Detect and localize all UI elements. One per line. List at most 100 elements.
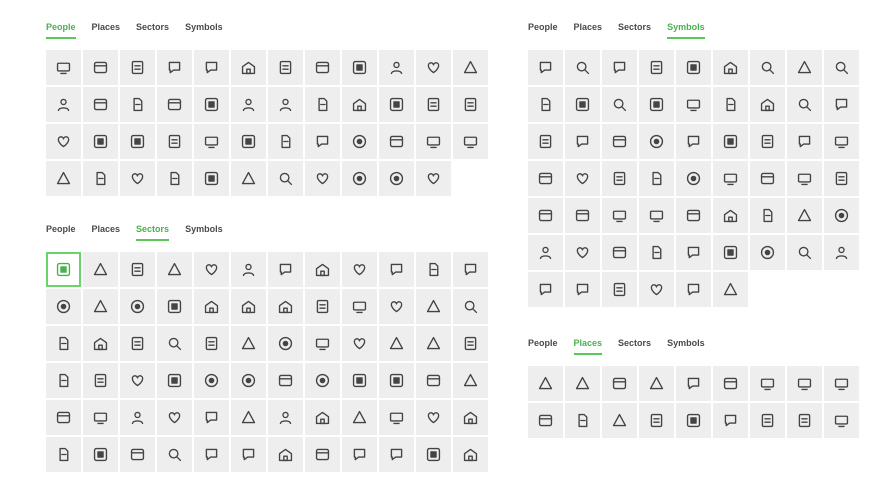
icon-tile-receipt[interactable] xyxy=(83,289,118,324)
icon-tile-microphone[interactable] xyxy=(120,326,155,361)
icon-tile-news[interactable] xyxy=(416,50,451,85)
icon-tile-ring[interactable] xyxy=(565,198,600,233)
icon-tile-hand-coin[interactable] xyxy=(157,161,192,196)
icon-tile-network[interactable] xyxy=(305,289,340,324)
icon-tile-music[interactable] xyxy=(83,437,118,472)
icon-tile-handshake[interactable] xyxy=(305,87,340,122)
icon-tile-joystick[interactable] xyxy=(453,363,488,398)
icon-tile-rocket[interactable] xyxy=(305,50,340,85)
icon-tile-person-id[interactable] xyxy=(46,87,81,122)
icon-tile-grid[interactable] xyxy=(750,403,785,438)
tab-people[interactable]: People xyxy=(528,22,558,39)
icon-tile-triangle-down[interactable] xyxy=(824,235,859,270)
icon-tile-moon[interactable] xyxy=(824,50,859,85)
icon-tile-chart-bar[interactable] xyxy=(750,366,785,401)
icon-tile-chat-user[interactable] xyxy=(416,124,451,159)
icon-tile-clock[interactable] xyxy=(528,124,563,159)
icon-tile-lock[interactable] xyxy=(416,252,451,287)
icon-tile-clipboard-user[interactable] xyxy=(231,50,266,85)
icon-tile-house-user[interactable] xyxy=(602,366,637,401)
icon-tile-link[interactable] xyxy=(676,124,711,159)
icon-tile-heart-hand[interactable] xyxy=(194,50,229,85)
icon-tile-person-up[interactable] xyxy=(268,87,303,122)
icon-tile-sun-doc[interactable] xyxy=(157,400,192,435)
icon-tile-pill[interactable] xyxy=(342,161,377,196)
icon-tile-monitor[interactable] xyxy=(268,289,303,324)
icon-tile-bulb[interactable] xyxy=(676,161,711,196)
icon-tile-map-pin[interactable] xyxy=(602,403,637,438)
icon-tile-chat-box[interactable] xyxy=(824,161,859,196)
icon-tile-glasses[interactable] xyxy=(83,326,118,361)
icon-tile-home[interactable] xyxy=(713,87,748,122)
icon-tile-image-edit[interactable] xyxy=(194,124,229,159)
icon-tile-smartphone[interactable] xyxy=(157,289,192,324)
icon-tile-bandage[interactable] xyxy=(194,326,229,361)
icon-tile-hand-heart[interactable] xyxy=(46,161,81,196)
icon-tile-person-gear[interactable] xyxy=(268,124,303,159)
icon-tile-doc[interactable] xyxy=(528,366,563,401)
icon-tile-beaker[interactable] xyxy=(305,252,340,287)
icon-tile-folder-open[interactable] xyxy=(750,50,785,85)
tab-sectors[interactable]: Sectors xyxy=(618,22,651,39)
icon-tile-calendar[interactable] xyxy=(528,272,563,307)
icon-tile-clipboard[interactable] xyxy=(750,124,785,159)
icon-tile-folder[interactable] xyxy=(713,50,748,85)
icon-tile-tram[interactable] xyxy=(194,400,229,435)
tab-sectors[interactable]: Sectors xyxy=(618,338,651,355)
icon-tile-calendar[interactable] xyxy=(157,50,192,85)
icon-tile-chart-up[interactable] xyxy=(342,437,377,472)
icon-tile-bank[interactable] xyxy=(639,366,674,401)
icon-tile-smile[interactable] xyxy=(787,50,822,85)
icon-tile-bag[interactable] xyxy=(416,326,451,361)
icon-tile-face-neutral[interactable] xyxy=(305,161,340,196)
icon-tile-gear[interactable] xyxy=(416,161,451,196)
icon-tile-video-user[interactable] xyxy=(342,124,377,159)
icon-tile-pen[interactable] xyxy=(639,87,674,122)
icon-tile-sun[interactable] xyxy=(602,124,637,159)
icon-tile-cup[interactable] xyxy=(676,272,711,307)
icon-tile-train[interactable] xyxy=(83,400,118,435)
icon-tile-monitor[interactable] xyxy=(268,437,303,472)
icon-tile-contact-card[interactable] xyxy=(379,87,414,122)
icon-tile-globe[interactable] xyxy=(676,403,711,438)
tab-symbols[interactable]: Symbols xyxy=(667,338,705,355)
icon-tile-gem[interactable] xyxy=(565,235,600,270)
icon-tile-face[interactable] xyxy=(268,161,303,196)
icon-tile-gamepad[interactable] xyxy=(379,363,414,398)
icon-tile-badge[interactable] xyxy=(416,400,451,435)
icon-tile-trophy[interactable] xyxy=(305,437,340,472)
icon-tile-home[interactable] xyxy=(639,161,674,196)
icon-tile-group[interactable] xyxy=(83,161,118,196)
icon-tile-guitar[interactable] xyxy=(379,437,414,472)
icon-tile-factory[interactable] xyxy=(676,366,711,401)
icon-tile-clipboard-check[interactable] xyxy=(231,363,266,398)
icon-tile-search-person[interactable] xyxy=(120,252,155,287)
icon-tile-calendar[interactable] xyxy=(379,252,414,287)
icon-tile-newspaper[interactable] xyxy=(342,363,377,398)
icon-tile-bus[interactable] xyxy=(46,400,81,435)
icon-tile-arrows-h[interactable] xyxy=(602,87,637,122)
tab-places[interactable]: Places xyxy=(92,22,121,39)
icon-tile-crown[interactable] xyxy=(120,161,155,196)
icon-tile-building[interactable] xyxy=(787,366,822,401)
tab-symbols[interactable]: Symbols xyxy=(667,22,705,39)
icon-tile-box[interactable] xyxy=(46,326,81,361)
icon-tile-chat-leaf[interactable] xyxy=(46,437,81,472)
icon-tile-grid[interactable] xyxy=(787,403,822,438)
icon-tile-hash[interactable] xyxy=(713,198,748,233)
icon-tile-target[interactable] xyxy=(194,161,229,196)
icon-tile-list[interactable] xyxy=(750,87,785,122)
icon-tile-triangle[interactable] xyxy=(528,403,563,438)
icon-tile-flower[interactable] xyxy=(342,326,377,361)
icon-tile-paper-stack[interactable] xyxy=(120,400,155,435)
icon-tile-chat[interactable] xyxy=(342,289,377,324)
icon-tile-copy[interactable] xyxy=(676,50,711,85)
icon-tile-gamepad[interactable] xyxy=(83,124,118,159)
icon-tile-building[interactable] xyxy=(46,50,81,85)
icon-tile-basket[interactable] xyxy=(231,437,266,472)
tab-sectors[interactable]: Sectors xyxy=(136,224,170,241)
icon-tile-star[interactable] xyxy=(787,124,822,159)
icon-tile-clock[interactable] xyxy=(639,403,674,438)
icon-tile-car[interactable] xyxy=(379,326,414,361)
icon-tile-person-lock[interactable] xyxy=(231,87,266,122)
